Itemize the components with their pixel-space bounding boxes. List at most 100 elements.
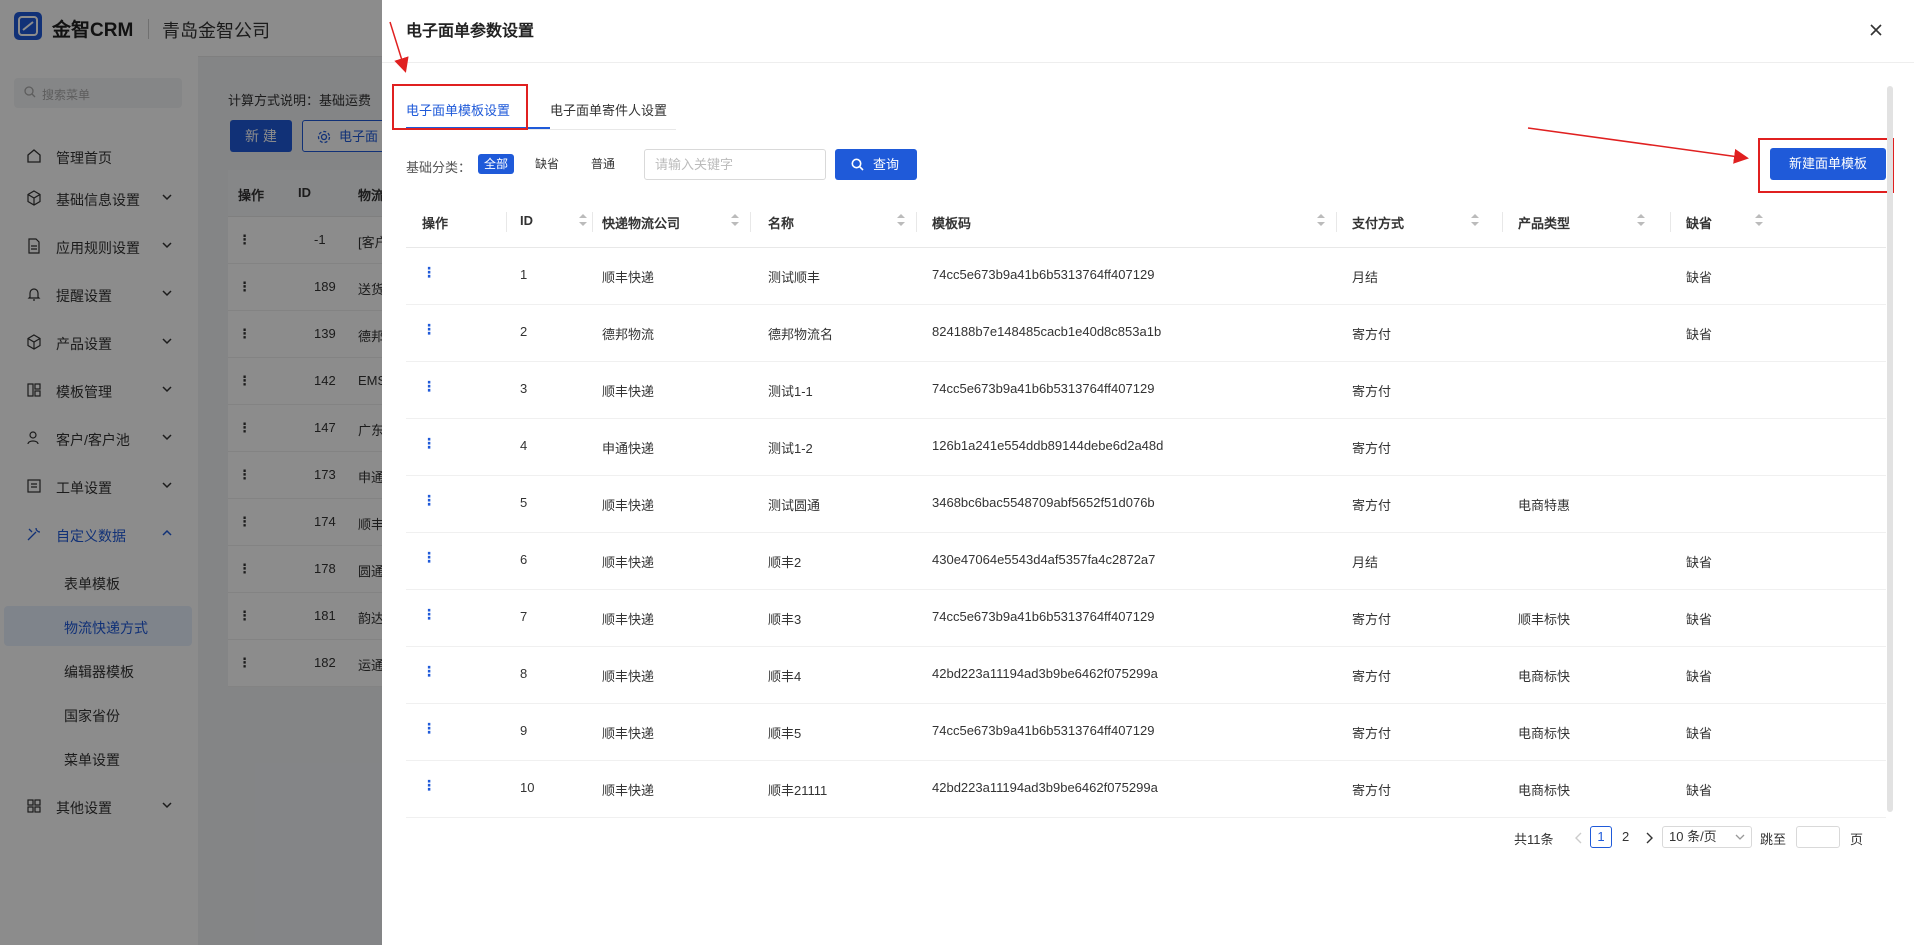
cell-name: 顺丰21111 [768, 783, 828, 798]
cell-id: 10 [520, 780, 535, 795]
pagination-page-1[interactable]: 1 [1590, 826, 1612, 848]
cell-name: 测试圆通 [768, 498, 821, 513]
cell-id: 8 [520, 666, 528, 681]
chevron-left-icon[interactable] [1574, 832, 1584, 844]
cell-pay: 月结 [1352, 555, 1379, 570]
cell-ptype: 电商标快 [1518, 726, 1571, 741]
cell-default: 缺省 [1686, 270, 1713, 285]
column-header-op: 操作 [406, 196, 507, 247]
cell-name: 顺丰2 [768, 555, 802, 570]
header-label: 快递物流公司 [602, 216, 681, 231]
sort-icon[interactable] [1636, 212, 1646, 228]
cell-id: 6 [520, 552, 528, 567]
page-suffix: 页 [1850, 832, 1864, 847]
cell-company: 顺丰快递 [602, 612, 655, 627]
table-row: ⋮ 2 德邦物流 德邦物流名 824188b7e148485cacb1e40d8c853… [406, 304, 1886, 362]
cell-pay: 寄方付 [1352, 612, 1392, 627]
row-actions-menu[interactable]: ⋮ [422, 264, 436, 281]
row-actions-menu[interactable]: ⋮ [422, 435, 436, 452]
cell-company: 顺丰快递 [602, 726, 655, 741]
header-label: 缺省 [1686, 216, 1713, 231]
header-label: 产品类型 [1518, 216, 1571, 231]
filter-chip-default[interactable]: 缺省 [532, 154, 562, 174]
cell-default: 缺省 [1686, 669, 1713, 684]
cell-pay: 寄方付 [1352, 384, 1392, 399]
query-button[interactable]: 查询 [835, 149, 917, 180]
sort-icon[interactable] [896, 212, 906, 228]
filter-chip-all[interactable]: 全部 [478, 154, 514, 174]
cell-id: 9 [520, 723, 528, 738]
cell-code: 74cc5e673b9a41b6b5313764ff407129 [932, 609, 1155, 624]
column-header-product-type[interactable]: 产品类型 [1502, 196, 1672, 247]
row-actions-menu[interactable]: ⋮ [422, 321, 436, 338]
header-label: 模板码 [932, 216, 972, 231]
cell-ptype: 电商标快 [1518, 669, 1571, 684]
cell-code: 74cc5e673b9a41b6b5313764ff407129 [932, 381, 1155, 396]
search-icon [851, 158, 864, 171]
cell-ptype: 顺丰标快 [1518, 612, 1571, 627]
cell-code: 126b1a241e554ddb89144debe6d2a48d [932, 438, 1164, 453]
row-actions-menu[interactable]: ⋮ [422, 492, 436, 509]
sort-icon[interactable] [1470, 212, 1480, 228]
column-header-company[interactable]: 快递物流公司 [592, 196, 762, 247]
column-header-default[interactable]: 缺省 [1670, 196, 1770, 247]
row-actions-menu[interactable]: ⋮ [422, 720, 436, 737]
cell-company: 顺丰快递 [602, 498, 655, 513]
page-size-select[interactable]: 10 条/页 [1662, 826, 1752, 848]
jump-page-input[interactable] [1796, 826, 1840, 848]
annotation-highlight-button [1758, 138, 1894, 193]
cell-ptype: 电商标快 [1518, 783, 1571, 798]
table-header: 操作 ID 快递物流公司 名称 模板码 支付方式 产品类型 缺省 [406, 196, 1886, 248]
cell-company: 顺丰快递 [602, 669, 655, 684]
cell-id: 4 [520, 438, 528, 453]
cell-company: 顺丰快递 [602, 384, 655, 399]
query-button-label: 查询 [873, 157, 900, 172]
column-header-id[interactable]: ID [506, 196, 606, 247]
sort-icon[interactable] [1316, 212, 1326, 228]
cell-pay: 寄方付 [1352, 726, 1392, 741]
page-size-value: 10 条/页 [1669, 829, 1717, 844]
cell-name: 测试1-1 [768, 384, 813, 399]
column-header-payment[interactable]: 支付方式 [1336, 196, 1506, 247]
row-actions-menu[interactable]: ⋮ [422, 549, 436, 566]
chevron-right-icon[interactable] [1644, 832, 1654, 844]
keyword-search-input[interactable] [644, 149, 826, 180]
column-header-name[interactable]: 名称 [750, 196, 920, 247]
table-row: ⋮ 3 顺丰快递 测试1-1 74cc5e673b9a41b6b5313764ff407… [406, 361, 1886, 419]
cell-pay: 寄方付 [1352, 783, 1392, 798]
jump-label: 跳至 [1760, 832, 1787, 847]
cell-id: 3 [520, 381, 528, 396]
row-actions-menu[interactable]: ⋮ [422, 606, 436, 623]
row-actions-menu[interactable]: ⋮ [422, 663, 436, 680]
table-row: ⋮ 4 申通快递 测试1-2 126b1a241e554ddb89144debe6d2a… [406, 418, 1886, 476]
cell-company: 德邦物流 [602, 327, 655, 342]
filter-chip-normal[interactable]: 普通 [588, 154, 618, 174]
table-row: ⋮ 1 顺丰快递 测试顺丰 74cc5e673b9a41b6b5313764ff4071… [406, 247, 1886, 305]
pagination-total: 共11条 [1514, 832, 1554, 847]
filter-label: 基础分类： [406, 160, 472, 175]
close-button[interactable] [1864, 18, 1888, 42]
annotation-highlight-tab [392, 84, 528, 130]
cell-pay: 月结 [1352, 270, 1379, 285]
row-actions-menu[interactable]: ⋮ [422, 777, 436, 794]
cell-company: 顺丰快递 [602, 270, 655, 285]
sort-icon[interactable] [1754, 212, 1764, 228]
tab-sender-settings[interactable]: 电子面单寄件人设置 [550, 100, 667, 119]
scrollbar[interactable] [1887, 86, 1893, 812]
header-label: 操作 [422, 216, 449, 231]
sort-icon[interactable] [730, 212, 740, 228]
sort-icon[interactable] [578, 212, 588, 228]
table-row: ⋮ 10 顺丰快递 顺丰21111 42bd223a11194ad3b9be6462f0… [406, 760, 1886, 818]
column-header-code[interactable]: 模板码 [916, 196, 1346, 247]
header-label: ID [520, 213, 533, 228]
cell-code: 824188b7e148485cacb1e40d8c853a1b [932, 324, 1162, 339]
cell-code: 74cc5e673b9a41b6b5313764ff407129 [932, 267, 1155, 282]
cell-company: 顺丰快递 [602, 555, 655, 570]
row-actions-menu[interactable]: ⋮ [422, 378, 436, 395]
cell-default: 缺省 [1686, 726, 1713, 741]
table-row: ⋮ 5 顺丰快递 测试圆通 3468bc6bac5548709abf5652f51d07… [406, 475, 1886, 533]
cell-ptype: 电商特惠 [1518, 498, 1571, 513]
pagination-page-2[interactable]: 2 [1622, 829, 1629, 844]
cell-name: 顺丰5 [768, 726, 802, 741]
chevron-down-icon [1735, 834, 1745, 840]
